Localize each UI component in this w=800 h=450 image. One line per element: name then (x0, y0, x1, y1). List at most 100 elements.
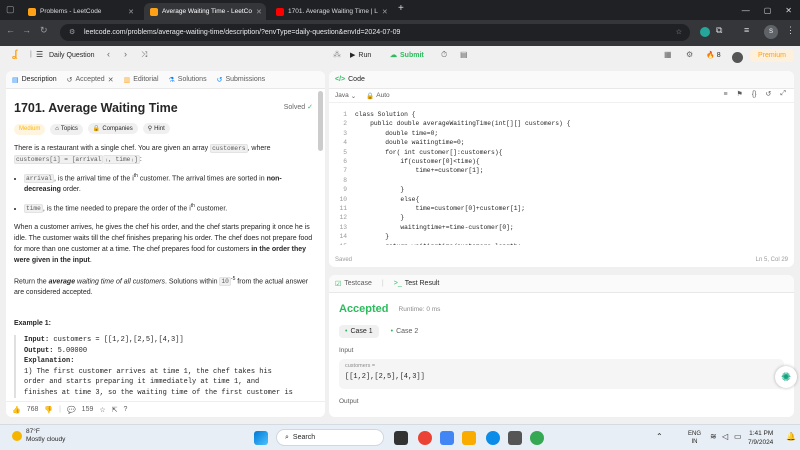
premium-button[interactable]: Premium (750, 49, 795, 62)
notes-icon[interactable]: ▤ (460, 50, 468, 59)
settings-gear-icon[interactable]: ⚙ (686, 50, 693, 59)
code-line[interactable]: if(customer[0]<time){ (355, 157, 570, 166)
submit-button[interactable]: ☁ Submit (390, 51, 424, 60)
forward-icon[interactable]: → (22, 25, 31, 35)
language-select[interactable]: Java ⌄ (335, 92, 356, 100)
dislike-icon[interactable]: 👎 (44, 406, 53, 414)
reload-icon[interactable]: ↻ (40, 25, 48, 36)
code-line[interactable]: } (355, 232, 570, 241)
code-line[interactable]: double waitingtime=0; (355, 138, 570, 147)
clock[interactable]: 1:41 PM 7/9/2024 (748, 429, 773, 447)
source-code[interactable]: class Solution { public double averageWa… (355, 110, 570, 245)
timer-icon[interactable]: ⏱ (441, 50, 447, 60)
tab-test-result[interactable]: >_ Test Result (394, 280, 440, 287)
star-icon[interactable]: ☆ (99, 406, 105, 414)
fullscreen-icon[interactable]: ⤢ (780, 90, 786, 98)
companies-chip[interactable]: 🔒 Companies (87, 123, 138, 134)
profile-avatar[interactable]: S (764, 25, 778, 39)
code-editor[interactable]: 123456789101112131415 class Solution { p… (329, 103, 794, 245)
file-explorer-icon[interactable] (462, 431, 476, 445)
code-line[interactable] (355, 176, 570, 185)
like-icon[interactable]: 👍 (12, 406, 21, 414)
chrome-taskbar-icon[interactable] (418, 431, 432, 445)
leetcode-logo-icon[interactable]: ʆ (12, 49, 17, 60)
code-line[interactable]: time+=customer[1]; (355, 166, 570, 175)
help-icon[interactable]: ? (124, 406, 128, 413)
code-line[interactable]: for( int customer[]:customers){ (355, 148, 570, 157)
layout-icon[interactable]: ▦ (664, 50, 672, 59)
tab-testcase[interactable]: ☑ Testcase (335, 280, 372, 288)
bookmark-star-icon[interactable]: ☆ (676, 24, 682, 41)
store-taskbar-icon[interactable] (508, 431, 522, 445)
taskbar-search[interactable]: ⌕ Search (276, 429, 384, 446)
media-icon[interactable]: ≡ (744, 25, 749, 35)
braces-icon[interactable]: {} (752, 91, 757, 98)
maximize-icon[interactable]: ▢ (764, 6, 772, 15)
reset-icon[interactable]: ↺ (766, 90, 772, 98)
tab-editorial[interactable]: ▥ Editorial (124, 76, 159, 84)
notification-bell-icon[interactable]: 🔔 (786, 432, 796, 441)
prev-problem-icon[interactable]: ‹ (107, 49, 110, 59)
tab-accepted[interactable]: ↺ Accepted ✕ (67, 76, 114, 84)
task-view-icon[interactable] (394, 431, 408, 445)
browser-tab-youtube[interactable]: 1701. Average Waiting Time | L ✕ (270, 3, 392, 20)
hint-chip[interactable]: ⚲ Hint (142, 123, 170, 134)
start-windows-icon[interactable] (254, 431, 268, 445)
code-line[interactable]: } (355, 213, 570, 222)
code-line[interactable]: } (355, 185, 570, 194)
code-line[interactable]: else{ (355, 195, 570, 204)
tab-list-icon[interactable]: ▢ (6, 4, 15, 15)
volume-icon[interactable]: ◁ (722, 432, 728, 441)
code-line[interactable]: public double averageWaitingTime(int[][]… (355, 119, 570, 128)
close-icon[interactable]: ✕ (382, 8, 388, 16)
scrollbar[interactable] (318, 91, 323, 151)
share-icon[interactable]: ⇱ (112, 406, 118, 414)
tab-submissions[interactable]: ↺ Submissions (217, 76, 266, 84)
autocomplete-mode[interactable]: 🔒 Auto (366, 92, 389, 100)
copilot-taskbar-icon[interactable] (440, 431, 454, 445)
topics-chip[interactable]: ⌂ Topics (50, 123, 83, 135)
browser-tab-active[interactable]: Average Waiting Time - LeetCo ✕ (144, 3, 266, 20)
close-icon[interactable]: ✕ (256, 8, 262, 16)
close-icon[interactable]: ✕ (128, 8, 134, 16)
weather-widget[interactable]: 87°F Mostly cloudy (12, 428, 65, 444)
user-avatar[interactable] (732, 52, 743, 63)
run-button[interactable]: ▶ Run (350, 51, 371, 60)
assistant-floating-icon[interactable]: ✺ (775, 366, 797, 388)
back-icon[interactable]: ← (6, 25, 15, 35)
daily-question-label[interactable]: Daily Question (49, 52, 95, 59)
extensions-puzzle-icon[interactable]: ⧉ (716, 25, 722, 36)
code-line[interactable]: double time=0; (355, 129, 570, 138)
address-bar[interactable]: ⚙ leetcode.com/problems/average-waiting-… (60, 24, 690, 41)
new-tab-button[interactable]: + (398, 3, 404, 14)
comment-icon[interactable]: 💬 (67, 406, 76, 414)
streak-counter[interactable]: 🔥 8 (706, 51, 721, 60)
tab-code[interactable]: </> Code (335, 76, 365, 83)
browser-tab-problems[interactable]: Problems - LeetCode ✕ (22, 3, 140, 20)
edge-taskbar-icon[interactable] (486, 431, 500, 445)
close-icon[interactable]: ✕ (108, 76, 114, 84)
case-2-tab[interactable]: • Case 2 (385, 325, 425, 338)
extension-icon[interactable] (700, 27, 710, 37)
case-1-tab[interactable]: • Case 1 (339, 325, 379, 338)
tray-chevron-icon[interactable]: ⌃ (656, 432, 663, 441)
minimize-icon[interactable]: — (742, 6, 750, 15)
code-line[interactable]: waitingtime+=time-customer[0]; (355, 223, 570, 232)
tab-solutions[interactable]: ⚗ Solutions (169, 76, 207, 84)
shuffle-icon[interactable]: ⤨ (141, 50, 147, 60)
browser-menu-icon[interactable]: ⋮ (786, 25, 795, 36)
format-icon[interactable]: ≡ (723, 91, 727, 98)
problem-list-icon[interactable]: ☰ (36, 50, 43, 59)
site-info-icon[interactable]: ⚙ (69, 24, 75, 41)
code-line[interactable]: time=customer[0]+customer[1]; (355, 204, 570, 213)
bookmark-icon[interactable]: ⚑ (737, 90, 743, 98)
chrome-profile-icon[interactable] (530, 431, 544, 445)
battery-icon[interactable]: ▭ (734, 432, 742, 441)
debug-icon[interactable]: ⁂ (333, 50, 341, 59)
code-line[interactable]: class Solution { (355, 110, 570, 119)
next-problem-icon[interactable]: › (124, 49, 127, 59)
tab-description[interactable]: ▤ Description (12, 76, 57, 84)
language-indicator[interactable]: ENG IN (688, 430, 701, 446)
close-window-icon[interactable]: ✕ (785, 6, 792, 15)
wifi-icon[interactable]: ≋ (710, 432, 717, 441)
